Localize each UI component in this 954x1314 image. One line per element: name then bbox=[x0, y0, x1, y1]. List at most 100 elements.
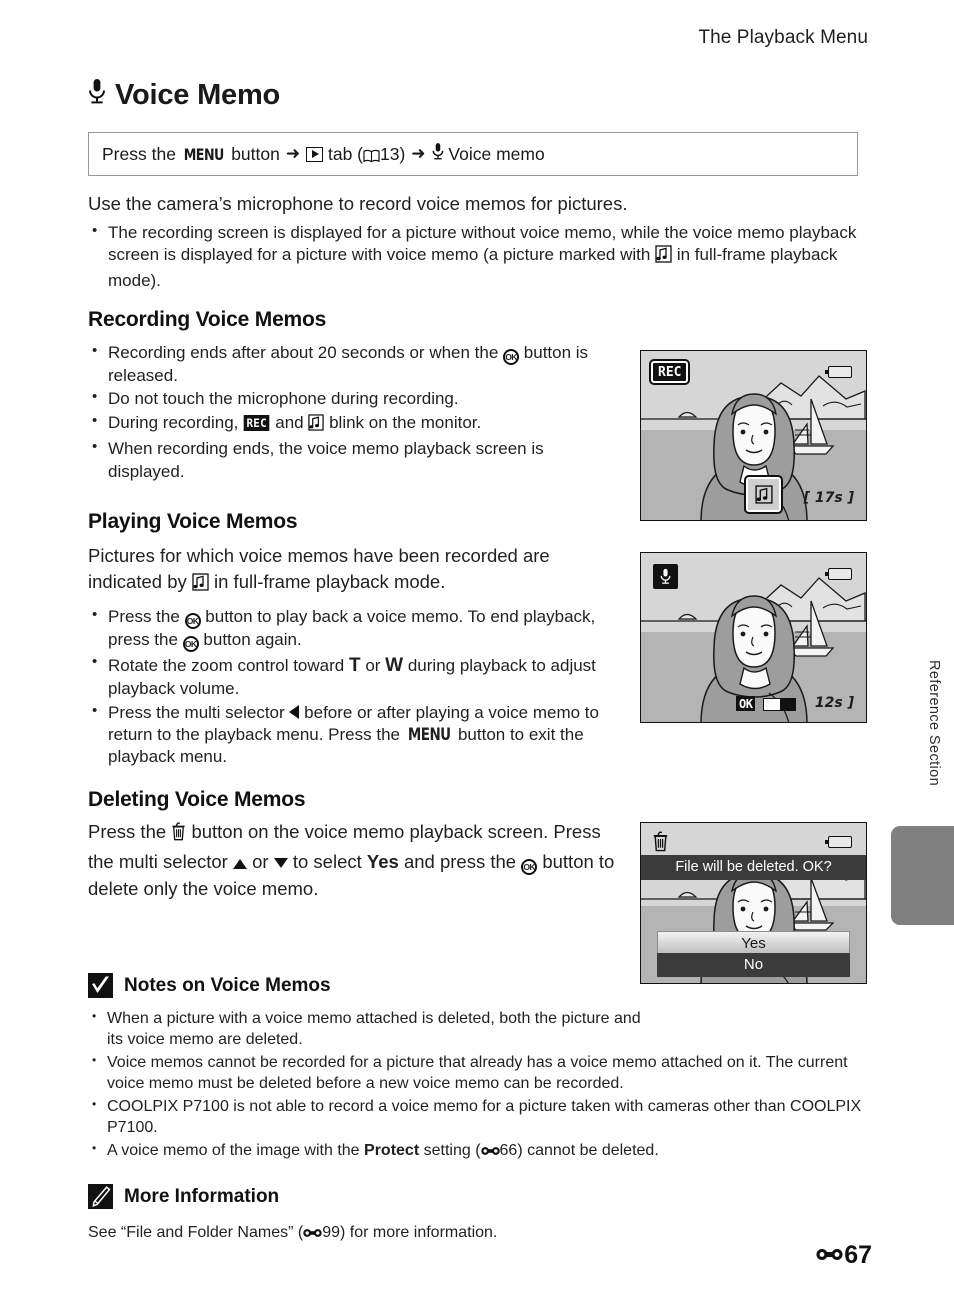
pencil-icon bbox=[88, 1184, 113, 1209]
more-info-b: ) for more information. bbox=[339, 1224, 498, 1241]
ok-icon: OK bbox=[184, 613, 201, 629]
deleting-d: and press the bbox=[403, 851, 517, 873]
list-item: A voice memo of the image with the Prote… bbox=[88, 1140, 878, 1163]
trash-icon bbox=[171, 821, 186, 848]
note-text: A voice memo of the image with the bbox=[107, 1141, 360, 1159]
playing-lead: Pictures for which voice memos have been… bbox=[88, 543, 616, 599]
path-ref-close: ) bbox=[399, 143, 406, 164]
path-ref-page: 13 bbox=[380, 143, 400, 164]
rec-tag-icon: REC bbox=[243, 414, 270, 432]
recording-screen: REC [ 17s ] bbox=[640, 350, 867, 521]
list-item: COOLPIX P7100 is not able to record a vo… bbox=[88, 1096, 878, 1139]
note-text: COOLPIX P7100 is not able to record a vo… bbox=[107, 1097, 862, 1137]
playback-tab-icon bbox=[306, 146, 324, 162]
microphone-badge bbox=[653, 564, 678, 589]
arrow-up-icon bbox=[232, 859, 247, 870]
ok-icon: OK bbox=[182, 636, 199, 652]
deleting-c: to select bbox=[292, 851, 362, 873]
list-item: Press the multi selector before or after… bbox=[88, 701, 618, 769]
deleting-body: Press the button on the voice memo playb… bbox=[88, 818, 628, 903]
check-mark-icon bbox=[88, 973, 113, 998]
menu-path-box: Press the MENU button ➜ tab ( 13) ➜ Voic… bbox=[88, 132, 858, 176]
notes-heading: Notes on Voice Memos bbox=[88, 973, 331, 998]
note-text-cont: setting ( bbox=[423, 1141, 481, 1159]
voice-memo-icon bbox=[655, 245, 672, 269]
playing-bullet-list: Press the OK button to play back a voice… bbox=[88, 605, 618, 770]
path-tab-word: tab bbox=[327, 143, 353, 164]
deleting-or: or bbox=[252, 851, 269, 873]
list-item: Rotate the zoom control toward T or W du… bbox=[88, 652, 618, 701]
intro-text: Use the camera’s microphone to record vo… bbox=[88, 193, 628, 214]
note-text-end: ) cannot be deleted. bbox=[517, 1141, 659, 1159]
arrow-left-icon bbox=[289, 704, 300, 719]
bullet-text: Rotate the zoom control toward bbox=[108, 656, 345, 675]
side-index-tab bbox=[891, 826, 954, 925]
section-heading-playing: Playing Voice Memos bbox=[88, 510, 298, 533]
page-number: 67 bbox=[844, 1241, 872, 1269]
bullet-text-cont: or bbox=[365, 656, 381, 675]
progress-fill bbox=[764, 699, 780, 710]
page-folio: 67 bbox=[816, 1241, 872, 1270]
reference-section-symbol bbox=[816, 1241, 843, 1270]
intro-bullet-list: The recording screen is displayed for a … bbox=[88, 221, 870, 293]
voice-memo-icon bbox=[192, 572, 209, 598]
list-item: During recording, REC and blink on the m… bbox=[88, 411, 608, 437]
microphone-icon-small bbox=[432, 142, 444, 166]
battery-icon bbox=[825, 836, 852, 848]
note-text: Voice memos cannot be recorded for a pic… bbox=[107, 1053, 848, 1093]
path-destination: Voice memo bbox=[448, 143, 545, 164]
playing-lead-b: in full-frame playback mode. bbox=[214, 571, 446, 593]
reference-section-symbol bbox=[303, 1224, 322, 1245]
more-info-heading-text: More Information bbox=[124, 1185, 280, 1207]
bullet-text: Press the multi selector bbox=[108, 702, 285, 722]
rec-badge: REC bbox=[651, 361, 689, 383]
list-item: Voice memos cannot be recorded for a pic… bbox=[88, 1052, 878, 1095]
yes-option-label: Yes bbox=[366, 851, 399, 873]
recording-timer: [ 17s ] bbox=[803, 490, 854, 506]
playback-timer: 12s ] bbox=[814, 695, 854, 711]
list-item: When a picture with a voice memo attache… bbox=[88, 1008, 647, 1051]
path-prefix: Press the bbox=[102, 143, 176, 164]
bullet-text: Recording ends after about 20 seconds or… bbox=[108, 343, 499, 362]
bullet-text-cont2: blink on the monitor. bbox=[329, 412, 482, 432]
delete-confirm-screen: File will be deleted. OK? Yes No bbox=[640, 822, 867, 984]
list-item: When recording ends, the voice memo play… bbox=[88, 437, 608, 483]
reference-section-symbol bbox=[480, 1142, 500, 1163]
recording-bullet-list: Recording ends after about 20 seconds or… bbox=[88, 341, 608, 484]
section-heading-deleting: Deleting Voice Memos bbox=[88, 788, 306, 811]
voice-memo-badge bbox=[746, 477, 781, 512]
ok-icon: OK bbox=[521, 859, 538, 876]
more-info-heading: More Information bbox=[88, 1184, 279, 1209]
page-title: Voice Memo bbox=[88, 78, 280, 113]
battery-icon bbox=[825, 568, 852, 580]
bullet-text: During recording, bbox=[108, 412, 239, 432]
book-icon bbox=[363, 147, 380, 163]
running-head: The Playback Menu bbox=[698, 27, 868, 48]
deleting-a: Press the bbox=[88, 821, 167, 842]
list-item: The recording screen is displayed for a … bbox=[88, 221, 870, 292]
note-ref-page: 66 bbox=[499, 1141, 518, 1159]
more-info-ref-page: 99 bbox=[322, 1224, 340, 1241]
bullet-text-cont: button to play back a voice memo. To end… bbox=[108, 607, 596, 649]
side-section-label: Reference Section bbox=[926, 660, 942, 787]
bullet-text: Press the bbox=[108, 607, 180, 626]
zoom-t-label: T bbox=[348, 655, 361, 676]
ok-icon: OK bbox=[503, 349, 520, 365]
list-item: Press the OK button to play back a voice… bbox=[88, 605, 618, 652]
list-item: Recording ends after about 20 seconds or… bbox=[88, 341, 608, 387]
manual-page: The Playback Menu Voice Memo Press the M… bbox=[0, 0, 954, 1314]
list-item: Do not touch the microphone during recor… bbox=[88, 387, 608, 410]
bullet-text-cont: and bbox=[275, 412, 304, 432]
notes-bullet-list: When a picture with a voice memo attache… bbox=[88, 1008, 878, 1164]
voice-memo-icon bbox=[308, 414, 325, 437]
arrow-right-icon-2: ➜ bbox=[411, 144, 426, 163]
path-button-word: button bbox=[231, 143, 280, 164]
delete-message: File will be deleted. OK? bbox=[641, 855, 866, 880]
option-no[interactable]: No bbox=[656, 953, 851, 977]
bullet-text-cont2: button again. bbox=[203, 630, 302, 649]
bullet-text: Do not touch the microphone during recor… bbox=[108, 389, 459, 409]
section-heading-recording: Recording Voice Memos bbox=[88, 308, 327, 331]
bullet-text: When recording ends, the voice memo play… bbox=[108, 439, 544, 481]
more-info-body: See “File and Folder Names” ( 99) for mo… bbox=[88, 1222, 788, 1245]
zoom-w-label: W bbox=[385, 655, 404, 676]
